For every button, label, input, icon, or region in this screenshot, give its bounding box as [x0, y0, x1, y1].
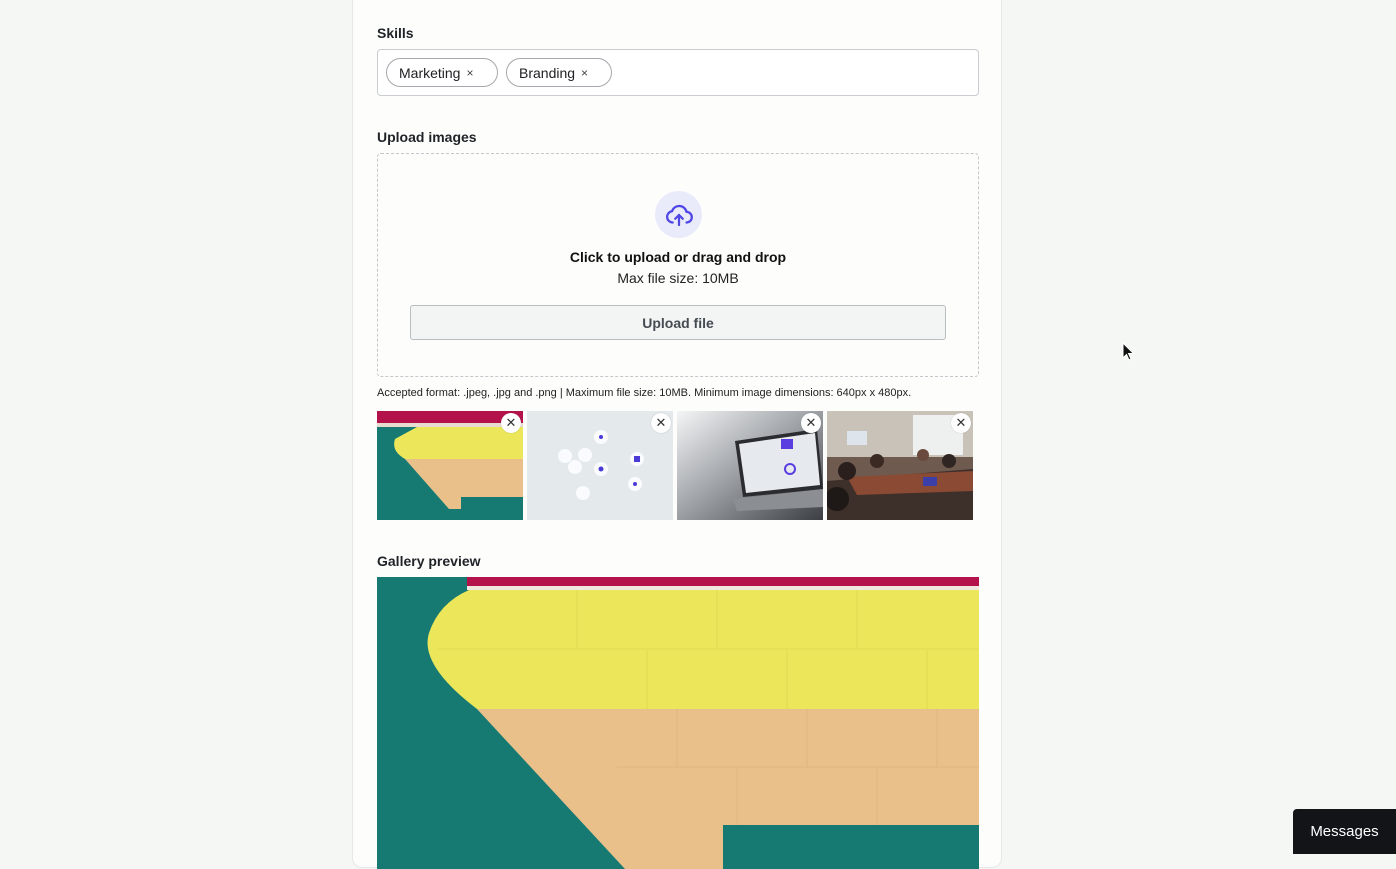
upload-dropzone[interactable]: Click to upload or drag and drop Max fil…: [377, 153, 979, 377]
skill-chip-branding: Branding ×: [506, 58, 612, 87]
gallery-preview-image: [377, 577, 979, 869]
gallery-preview-label: Gallery preview: [377, 553, 481, 569]
upload-file-button[interactable]: Upload file: [410, 305, 946, 340]
image-thumbnail[interactable]: ✕: [827, 411, 973, 520]
cloud-upload-icon: [655, 191, 702, 238]
remove-image-button[interactable]: ✕: [801, 413, 821, 433]
dropzone-title: Click to upload or drag and drop: [569, 249, 787, 265]
skills-label: Skills: [377, 25, 414, 41]
dropzone-subtitle: Max file size: 10MB: [617, 270, 739, 286]
skill-chip-marketing: Marketing ×: [386, 58, 498, 87]
skill-chip-label: Branding: [519, 64, 576, 81]
mouse-cursor-icon: [1122, 341, 1136, 367]
remove-image-button[interactable]: ✕: [951, 413, 971, 433]
skills-input[interactable]: Marketing × Branding ×: [377, 49, 979, 96]
image-thumbnail[interactable]: ✕: [677, 411, 823, 520]
chip-remove-icon[interactable]: ×: [581, 66, 588, 80]
remove-image-button[interactable]: ✕: [651, 413, 671, 433]
wall-painting-preview: [377, 577, 979, 869]
image-thumbnail[interactable]: ✕: [377, 411, 523, 520]
messages-button[interactable]: Messages: [1293, 809, 1396, 854]
upload-images-label: Upload images: [377, 129, 477, 145]
form-card: Skills Marketing × Branding × Upload ima…: [352, 0, 1002, 869]
remove-image-button[interactable]: ✕: [501, 413, 521, 433]
chip-remove-icon[interactable]: ×: [466, 66, 473, 80]
image-thumbnail[interactable]: ✕: [527, 411, 673, 520]
skill-chip-label: Marketing: [399, 64, 461, 81]
accepted-format-text: Accepted format: .jpeg, .jpg and .png | …: [377, 387, 912, 399]
